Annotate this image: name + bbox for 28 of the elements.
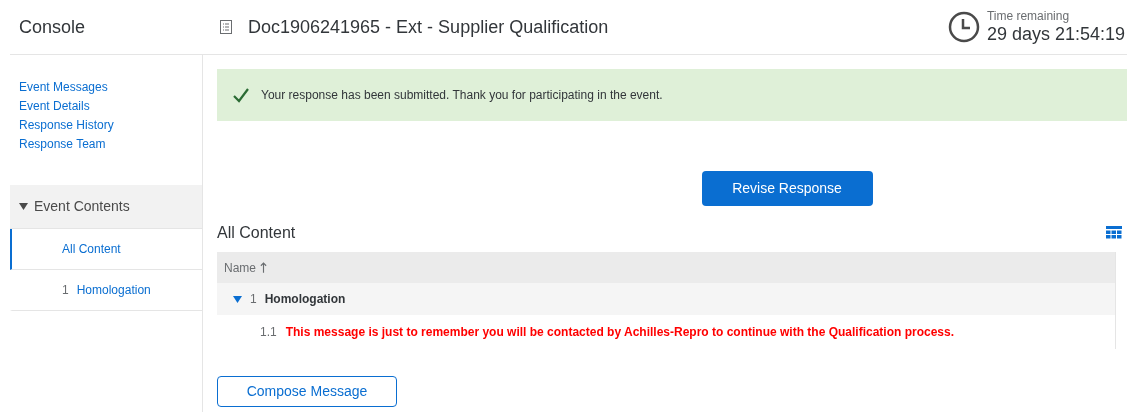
- sidebar-item[interactable]: All Content: [10, 229, 202, 270]
- sidebar-link[interactable]: Response Team: [19, 136, 106, 152]
- row-number: 1: [250, 291, 257, 308]
- timer-label: Time remaining: [986, 9, 1071, 23]
- row-title: Homologation: [264, 291, 346, 308]
- caret-icon[interactable]: [233, 294, 242, 304]
- column-header[interactable]: Name: [224, 258, 256, 277]
- clock-icon: [947, 11, 980, 43]
- caret-icon[interactable]: [19, 202, 28, 211]
- document-title: Doc1906241965 - Ext - Supplier Qualification: [248, 15, 610, 39]
- section-header[interactable]: Event Contents: [10, 185, 202, 229]
- sidebar-link[interactable]: Event Messages: [19, 79, 108, 95]
- sort-arrow-icon[interactable]: [260, 262, 267, 273]
- success-banner: Your response has been submitted. Thank you for participating in the event.: [217, 69, 1127, 121]
- console-title: Console: [18, 15, 87, 39]
- row-number: 1.1: [260, 324, 277, 341]
- compose-message-button[interactable]: Compose Message: [217, 376, 397, 407]
- table-row[interactable]: 1 Homologation: [217, 283, 1115, 315]
- row-message: This message is just to remember you will be contacted by Achilles-Repro to continue with the Qualification process.: [285, 324, 955, 341]
- revise-response-button[interactable]: Revise Response: [701, 171, 873, 206]
- sidebar-item[interactable]: 1 Homologation: [10, 270, 202, 311]
- sidebar-link[interactable]: Response History: [19, 117, 114, 133]
- sidebar-link[interactable]: Event Details: [19, 98, 90, 114]
- table-icon[interactable]: [1106, 226, 1122, 240]
- section-title: All Content: [217, 223, 296, 243]
- check-icon: [233, 87, 249, 103]
- document-icon: [220, 20, 232, 34]
- timer-value: 29 days 21:54:19: [986, 23, 1125, 45]
